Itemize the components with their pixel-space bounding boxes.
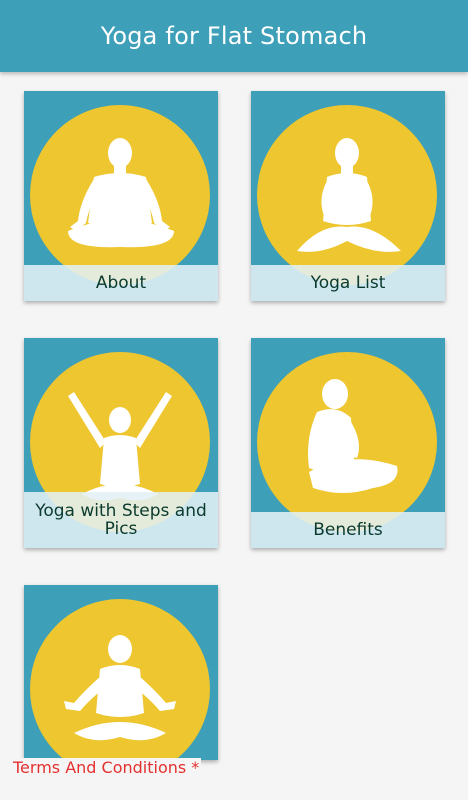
- app-title: Yoga for Flat Stomach: [100, 22, 368, 50]
- app-bar: Yoga for Flat Stomach: [0, 0, 468, 72]
- lotus-card[interactable]: [24, 585, 218, 760]
- yoga-steps-card[interactable]: Yoga with Steps and Pics: [24, 338, 218, 548]
- yoga-steps-label: Yoga with Steps and Pics: [24, 492, 218, 548]
- about-card[interactable]: About: [24, 91, 218, 301]
- yoga-list-label: Yoga List: [251, 265, 445, 301]
- benefits-card[interactable]: Benefits: [251, 338, 445, 548]
- lotus-pose-icon: [30, 599, 210, 760]
- benefits-label: Benefits: [251, 512, 445, 548]
- about-label: About: [24, 265, 218, 301]
- terms-link[interactable]: Terms And Conditions *: [13, 758, 202, 777]
- yoga-list-card[interactable]: Yoga List: [251, 91, 445, 301]
